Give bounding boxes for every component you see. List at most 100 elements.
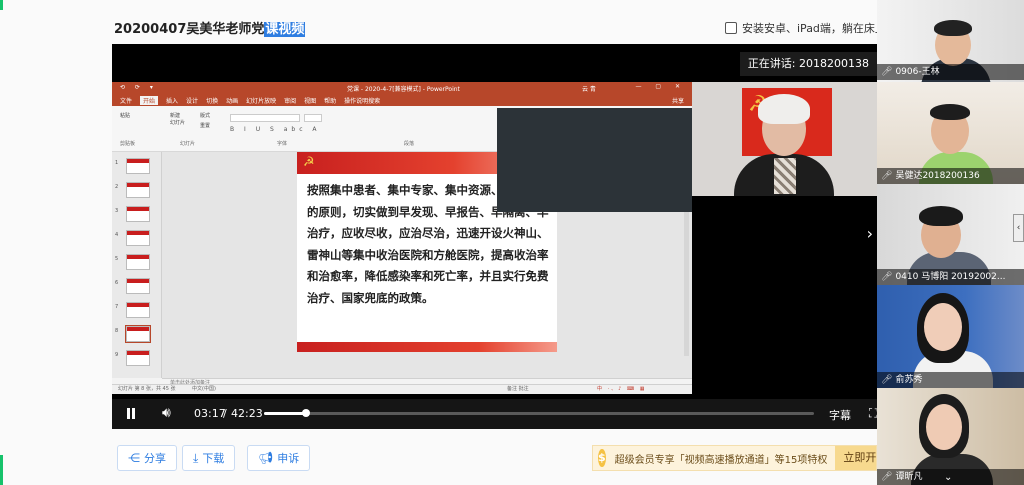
install-tip-checkbox[interactable]: [725, 22, 737, 34]
ppt-group-clipboard: 剪贴板: [120, 141, 136, 147]
slide-thumbnail: [126, 302, 150, 318]
thumb-number: 3: [115, 208, 119, 214]
vip-text: 超级会员专享「视频高速播放通道」等15项特权: [614, 454, 828, 466]
participant-label: 🎤︎ 俞苏秀: [877, 372, 1024, 388]
slide-thumbnail-selected: [125, 325, 151, 343]
mic-off-icon: 🎤︎: [881, 472, 893, 482]
ppt-menubar: 文件 开始 插入 设计 切换 动画 幻灯片放映 审阅 视图 帮助 操作说明搜索 …: [112, 94, 692, 106]
thumb-number: 7: [115, 304, 119, 310]
download-icon: ⤓: [193, 450, 199, 465]
ppt-status-lang: 中文(中国): [192, 386, 216, 392]
participant-tile[interactable]: 🎤︎ 0906-王林: [877, 0, 1024, 82]
ppt-window-title: 党课 - 2020-4-7[兼容模式] - PowerPoint: [347, 86, 460, 93]
ppt-titlebar: ⟲ ⟳ ▾ 党课 - 2020-4-7[兼容模式] - PowerPoint 云…: [112, 82, 692, 94]
ppt-font-box: [230, 114, 300, 122]
participant-tile[interactable]: 🎤︎ 0410 马博阳 20192002...: [877, 184, 1024, 285]
chevron-right-icon[interactable]: ›: [867, 224, 873, 243]
ppt-font-size-box: [304, 114, 322, 122]
left-accent-bottom: [0, 455, 3, 485]
participant-tile[interactable]: 🎤︎ 吴健达2018200136: [877, 82, 1024, 184]
ppt-group-paragraph: 段落: [404, 141, 415, 147]
ppt-menu-item: 插入: [166, 97, 179, 105]
ppt-menu-item: 幻灯片放映: [246, 97, 277, 105]
thumb-number: 5: [115, 256, 119, 262]
time-separator: /: [223, 407, 227, 420]
progress-knob[interactable]: [302, 409, 311, 417]
ppt-menu-item: 操作说明搜索: [344, 97, 381, 105]
mic-off-icon: 🎤︎: [881, 272, 893, 282]
slide-thumbnail: [126, 182, 150, 198]
pause-icon[interactable]: [124, 407, 138, 421]
teacher-hair: [758, 94, 810, 124]
mic-off-icon: 🎤︎: [881, 375, 893, 385]
ppt-statusbar: 幻灯片 第 8 张，共 45 张 中文(中国) 备注 批注 中 ·、♪ ⌨ ▦: [112, 384, 692, 394]
participant-name: 俞苏秀: [895, 375, 923, 385]
ppt-status-view: 备注 批注: [507, 386, 529, 392]
ppt-share: 共享: [671, 97, 684, 105]
participant-label: 🎤︎ 吴健达2018200136: [877, 168, 1024, 184]
share-icon: ⋲: [128, 451, 140, 465]
participant-name: 吴健达2018200136: [895, 171, 980, 181]
chevron-down-icon[interactable]: ⌄: [944, 472, 952, 483]
participant-name: 0906-王林: [895, 67, 940, 77]
total-time: 42:23: [231, 407, 263, 420]
mic-off-icon: 🎤︎: [881, 171, 893, 181]
ppt-menu-item: 视图: [304, 97, 317, 105]
participant-head: [924, 303, 962, 351]
ppt-menu-item: 帮助: [324, 97, 337, 105]
appeal-button[interactable]: 📢︎ 申诉: [247, 445, 311, 471]
thumb-number: 9: [115, 352, 119, 358]
ppt-user: 云 青: [582, 86, 596, 93]
ppt-menu-item: 开始: [140, 95, 159, 105]
slide-thumbnail: [126, 158, 150, 174]
appeal-label: 申诉: [277, 452, 300, 465]
megaphone-icon: 📢︎: [258, 451, 274, 465]
fullscreen-icon[interactable]: ⛶: [869, 406, 877, 421]
party-emblem-icon: ☭: [303, 155, 315, 170]
teacher-scarf: [774, 158, 796, 194]
vip-diamond-icon: $: [598, 449, 606, 467]
vip-banner[interactable]: $ 超级会员专享「视频高速播放通道」等15项特权 立即开通: [592, 445, 877, 471]
participant-head: [926, 404, 962, 450]
mic-off-icon: 🎤︎: [881, 67, 893, 77]
participant-hair: [919, 206, 963, 226]
ppt-new-slide-button: 新建 幻灯片: [170, 113, 186, 126]
page-title-selected-text: 课视频: [264, 22, 306, 37]
share-button[interactable]: ⋲ 分享: [117, 445, 177, 471]
participant-label: 🎤︎ 0906-王林: [877, 64, 1024, 80]
thumb-number: 8: [115, 328, 119, 334]
slide-thumbnail: [126, 206, 150, 222]
participant-label: 🎤︎ 0410 马博阳 20192002...: [877, 269, 1024, 285]
ppt-menu-item: 切换: [206, 97, 219, 105]
download-button[interactable]: ⤓ 下载: [182, 445, 236, 471]
progress-fill: [264, 412, 307, 415]
current-time: 03:17: [194, 407, 226, 420]
screen-share-overlay: [497, 108, 692, 212]
ppt-group-font: 字体: [277, 141, 288, 147]
vip-open-button[interactable]: 立即开通: [835, 446, 876, 470]
ppt-menu-item: 文件: [120, 97, 133, 105]
ppt-menu-item: 审阅: [284, 97, 297, 105]
teacher-camera: ☭: [692, 82, 877, 196]
download-label: 下载: [202, 452, 225, 465]
slide-thumbnail: [126, 278, 150, 294]
share-label: 分享: [144, 452, 166, 465]
page-title: 20200407吴美华老师党课视频: [114, 18, 306, 37]
video-player[interactable]: ⟲ ⟳ ▾ 党课 - 2020-4-7[兼容模式] - PowerPoint 云…: [112, 44, 877, 429]
subtitle-button[interactable]: 字幕: [829, 407, 851, 423]
progress-bar[interactable]: [264, 409, 814, 417]
left-accent-top: [0, 0, 3, 10]
page-title-text: 20200407吴美华老师党: [114, 22, 265, 37]
collapse-panel-handle[interactable]: ‹: [1013, 214, 1024, 242]
install-tip[interactable]: 安装安卓、iPad端，躺在床上看: [725, 20, 897, 36]
ppt-status-ime: 中 ·、♪ ⌨ ▦: [597, 386, 647, 392]
ppt-menu-item: 动画: [226, 97, 239, 105]
player-controls: 🔊︎ 03:17 / 42:23 字幕 ⛶: [112, 399, 877, 429]
ppt-window-controls: — ▢ ✕: [635, 83, 686, 90]
volume-icon[interactable]: 🔊︎: [162, 405, 171, 421]
participant-tile[interactable]: 🎤︎ 俞苏秀: [877, 285, 1024, 388]
slide-thumbnail: [126, 230, 150, 246]
thumb-number: 4: [115, 232, 119, 238]
ppt-status-slide: 幻灯片 第 8 张，共 45 张: [118, 386, 176, 392]
participant-tile[interactable]: 🎤︎ 谭昕凡: [877, 388, 1024, 485]
